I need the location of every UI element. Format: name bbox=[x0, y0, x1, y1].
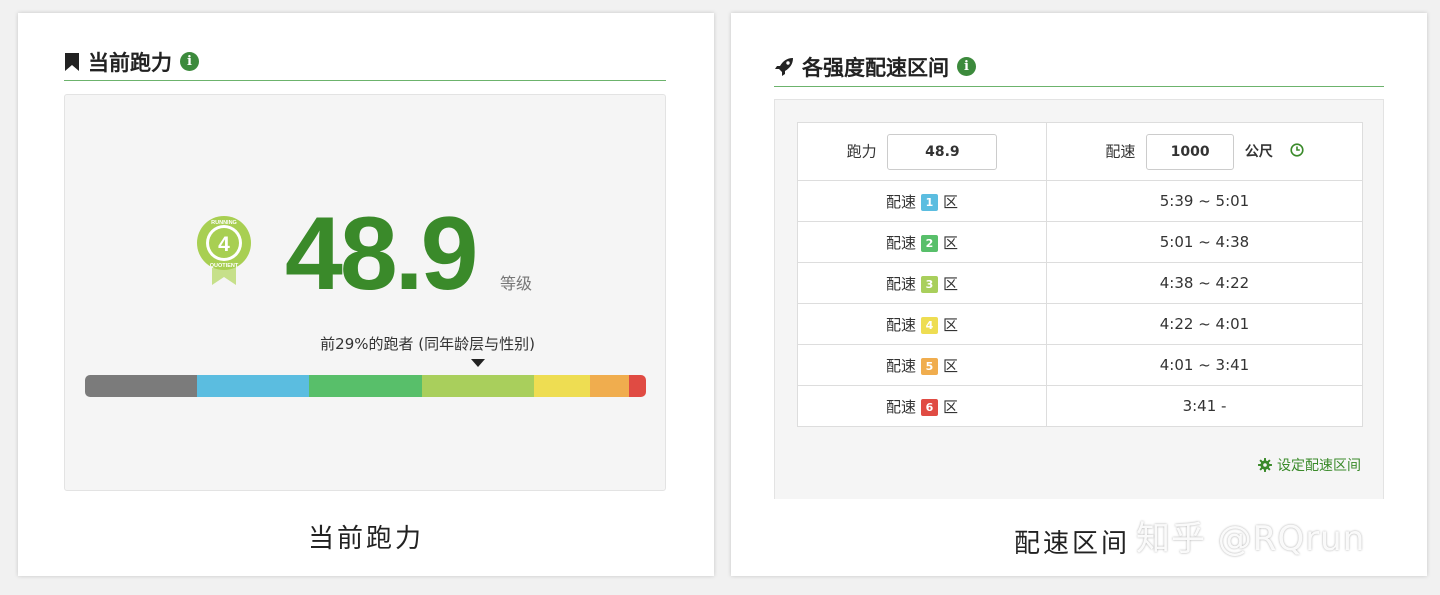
current-rq-card: 当前跑力 i 4 RUNNING QUOTIENT 48.9 等级 前29%的跑… bbox=[18, 13, 714, 576]
current-rq-panel: 4 RUNNING QUOTIENT 48.9 等级 前29%的跑者 (同年龄层… bbox=[64, 94, 666, 491]
badge-number: 4 bbox=[218, 233, 230, 256]
rocket-icon bbox=[774, 57, 794, 77]
scale-segment bbox=[421, 375, 534, 397]
running-quotient-badge: 4 RUNNING QUOTIENT bbox=[195, 215, 253, 291]
table-row: 配速 6 区 3:41 - bbox=[797, 385, 1363, 427]
current-rq-title: 当前跑力 bbox=[88, 50, 172, 75]
scale-segment bbox=[197, 375, 310, 397]
rq-input[interactable]: 48.9 bbox=[887, 133, 998, 170]
table-row: 配速 1 区 5:39 ~ 5:01 bbox=[797, 180, 1363, 222]
zone-suffix: 区 bbox=[943, 192, 959, 211]
rq-input-cell: 跑力 48.9 bbox=[797, 122, 1047, 181]
right-caption: 配速区间 bbox=[1014, 529, 1131, 559]
zone-label-cell: 配速 1 区 bbox=[797, 180, 1047, 222]
zone-number-badge: 6 bbox=[921, 398, 938, 416]
current-rq-header: 当前跑力 i bbox=[64, 43, 666, 81]
table-row: 配速 2 区 5:01 ~ 4:38 bbox=[797, 221, 1363, 263]
gear-icon bbox=[1258, 458, 1272, 472]
scale-segment bbox=[309, 375, 422, 397]
table-row: 配速 3 区 4:38 ~ 4:22 bbox=[797, 262, 1363, 304]
zone-prefix: 配速 bbox=[885, 274, 916, 293]
table-row: 配速 4 区 4:22 ~ 4:01 bbox=[797, 303, 1363, 345]
scale-segment bbox=[533, 375, 590, 397]
zone-prefix: 配速 bbox=[885, 233, 916, 252]
zone-range-cell: 5:01 ~ 4:38 bbox=[1046, 221, 1363, 263]
zone-suffix: 区 bbox=[943, 233, 959, 252]
zone-label-cell: 配速 3 区 bbox=[797, 262, 1047, 304]
scale-segment bbox=[629, 375, 646, 397]
table-row: 配速 5 区 4:01 ~ 3:41 bbox=[797, 344, 1363, 386]
set-pace-zones-label: 设定配速区间 bbox=[1277, 458, 1361, 474]
zone-label-cell: 配速 2 区 bbox=[797, 221, 1047, 263]
zone-number-badge: 2 bbox=[921, 234, 938, 252]
rq-label: 跑力 bbox=[846, 142, 877, 160]
pace-zones-table: 跑力 48.9 配速 1000 公尺 配速 1 区 5:39 ~ 5:01 配速… bbox=[797, 122, 1363, 427]
zone-suffix: 区 bbox=[943, 274, 959, 293]
zone-range-cell: 4:01 ~ 3:41 bbox=[1046, 344, 1363, 386]
zone-range-cell: 4:22 ~ 4:01 bbox=[1046, 303, 1363, 345]
level-label: 等级 bbox=[500, 274, 533, 293]
zone-range-cell: 3:41 - bbox=[1046, 385, 1363, 427]
info-icon[interactable]: i bbox=[957, 57, 976, 76]
percentile-scale-bar bbox=[85, 375, 646, 397]
zone-range-cell: 4:38 ~ 4:22 bbox=[1046, 262, 1363, 304]
zone-label-cell: 配速 6 区 bbox=[797, 385, 1047, 427]
info-icon[interactable]: i bbox=[180, 52, 199, 71]
zone-prefix: 配速 bbox=[885, 315, 916, 334]
pace-zones-header: 各强度配速区间 i bbox=[774, 47, 1384, 87]
clock-icon[interactable] bbox=[1290, 142, 1304, 161]
zone-number-badge: 1 bbox=[921, 193, 938, 211]
pace-label: 配速 bbox=[1105, 142, 1136, 160]
zone-label-cell: 配速 5 区 bbox=[797, 344, 1047, 386]
percentile-text: 前29%的跑者 (同年龄层与性别) bbox=[320, 335, 535, 353]
badge-ring-bottom: QUOTIENT bbox=[210, 263, 239, 269]
zone-range-cell: 5:39 ~ 5:01 bbox=[1046, 180, 1363, 222]
watermark: 知乎 @RQrun bbox=[1136, 519, 1366, 559]
zone-suffix: 区 bbox=[943, 356, 959, 375]
distance-input[interactable]: 1000 bbox=[1146, 133, 1235, 170]
distance-unit: 公尺 bbox=[1244, 144, 1273, 160]
pace-zones-title: 各强度配速区间 bbox=[802, 55, 949, 80]
pace-zones-card: 各强度配速区间 i 跑力 48.9 配速 1000 公尺 配速 1 区 5:39… bbox=[731, 13, 1427, 576]
zone-prefix: 配速 bbox=[885, 356, 916, 375]
scale-segment bbox=[85, 375, 198, 397]
set-pace-zones-link[interactable]: 设定配速区间 bbox=[1258, 455, 1361, 475]
badge-ring-top: RUNNING bbox=[211, 220, 237, 226]
zone-label-cell: 配速 4 区 bbox=[797, 303, 1047, 345]
zone-number-badge: 4 bbox=[921, 316, 938, 334]
left-caption: 当前跑力 bbox=[307, 524, 424, 554]
zone-prefix: 配速 bbox=[885, 192, 916, 211]
zone-number-badge: 5 bbox=[921, 357, 938, 375]
percentile-marker bbox=[470, 359, 485, 367]
zone-prefix: 配速 bbox=[885, 397, 916, 416]
scale-segment bbox=[589, 375, 630, 397]
pace-zones-panel: 跑力 48.9 配速 1000 公尺 配速 1 区 5:39 ~ 5:01 配速… bbox=[774, 99, 1384, 499]
distance-input-cell: 配速 1000 公尺 bbox=[1046, 122, 1363, 181]
zone-number-badge: 3 bbox=[921, 275, 938, 293]
rq-score: 48.9 bbox=[285, 196, 478, 312]
bookmark-icon bbox=[64, 52, 80, 71]
zone-suffix: 区 bbox=[943, 315, 959, 334]
table-header-row: 跑力 48.9 配速 1000 公尺 bbox=[797, 122, 1363, 181]
zone-suffix: 区 bbox=[943, 397, 959, 416]
